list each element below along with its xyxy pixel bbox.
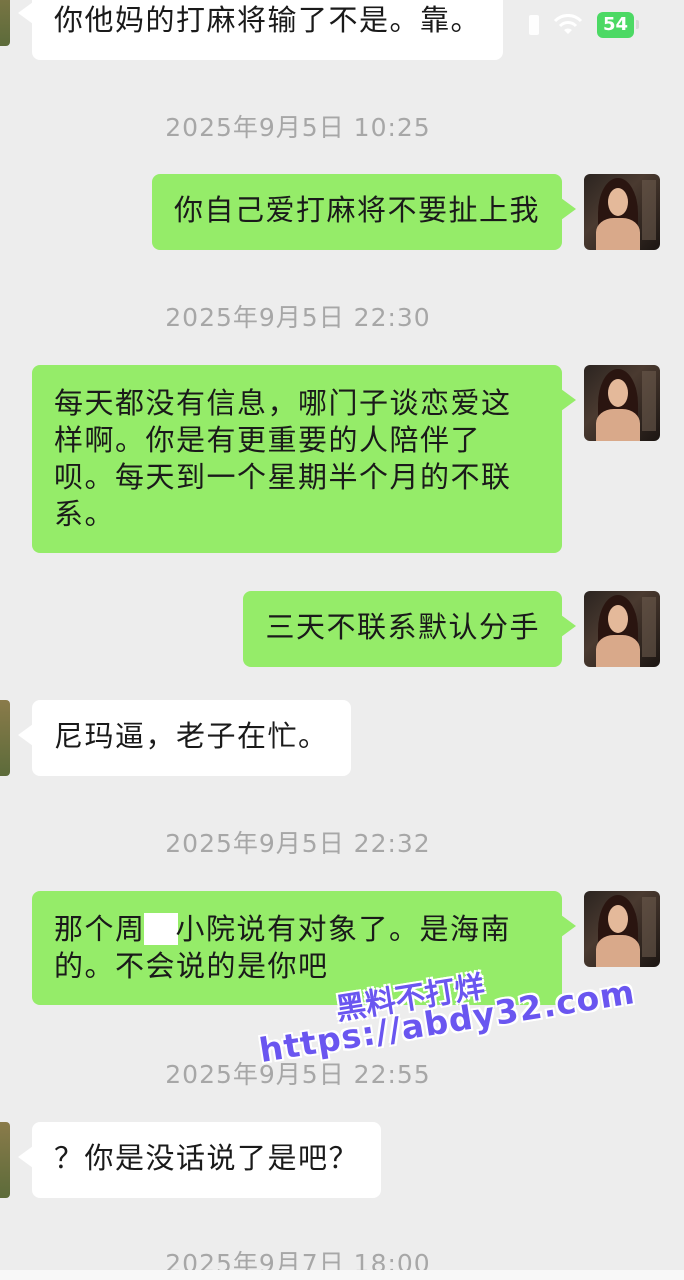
user-avatar[interactable] bbox=[584, 891, 660, 967]
status-bar: 54 bbox=[528, 12, 640, 38]
bottom-edge bbox=[0, 1270, 684, 1280]
message-line: 样啊。你是有更重要的人陪伴了 bbox=[54, 423, 482, 457]
message-bubble-sent[interactable]: 你自己爱打麻将不要扯上我 bbox=[151, 174, 577, 250]
message-line: 的。不会说的是你吧 bbox=[54, 949, 329, 983]
message-timestamp: 2025年9月5日 10:25 bbox=[165, 113, 431, 142]
user-avatar[interactable] bbox=[584, 365, 660, 441]
signal-icon bbox=[528, 15, 539, 35]
battery-indicator: 54 bbox=[596, 12, 640, 38]
message-text: ？你是没话说了是吧？ bbox=[54, 1141, 360, 1175]
wifi-icon bbox=[553, 14, 583, 34]
battery-level: 54 bbox=[602, 14, 628, 35]
message-bubble-received[interactable]: 你他妈的打麻将输了不是。靠。 bbox=[17, 0, 504, 60]
chat-screen: 54 你他妈的打麻将输了不是。靠。 2025年9月5日 10:25 你自己爱打麻… bbox=[0, 0, 684, 1280]
message-timestamp: 2025年9月5日 22:55 bbox=[165, 1060, 431, 1089]
message-line: 系。 bbox=[54, 497, 116, 531]
message-bubble-sent[interactable]: 那个周 小院说有对象了。是海南 的。不会说的是你吧 bbox=[32, 891, 576, 1005]
message-bubble-received[interactable]: ？你是没话说了是吧？ bbox=[17, 1122, 382, 1198]
message-text: 三天不联系默认分手 bbox=[265, 610, 540, 644]
redaction-mask bbox=[143, 913, 178, 945]
message-timestamp: 2025年9月5日 22:32 bbox=[165, 829, 431, 858]
message-bubble-sent[interactable]: 每天都没有信息，哪门子谈恋爱这 样啊。你是有更重要的人陪伴了 呗。每天到一个星期… bbox=[32, 365, 576, 553]
message-text: 那个周 bbox=[54, 912, 146, 946]
contact-avatar[interactable] bbox=[0, 0, 10, 46]
message-text: 你他妈的打麻将输了不是。靠。 bbox=[54, 3, 482, 37]
message-bubble-sent[interactable]: 三天不联系默认分手 bbox=[243, 591, 576, 667]
message-text: 小院说有对象了。是海南 bbox=[175, 912, 512, 946]
contact-avatar[interactable] bbox=[0, 700, 10, 776]
message-line: 呗。每天到一个星期半个月的不联 bbox=[54, 460, 512, 494]
message-text: 尼玛逼，老子在忙。 bbox=[54, 719, 329, 753]
message-line: 每天都没有信息，哪门子谈恋爱这 bbox=[54, 386, 512, 420]
message-bubble-received[interactable]: 尼玛逼，老子在忙。 bbox=[18, 700, 351, 776]
user-avatar[interactable] bbox=[584, 591, 660, 667]
user-avatar[interactable] bbox=[584, 174, 660, 250]
message-text: 你自己爱打麻将不要扯上我 bbox=[173, 193, 540, 227]
contact-avatar[interactable] bbox=[0, 1122, 10, 1198]
message-timestamp: 2025年9月5日 22:30 bbox=[165, 303, 431, 332]
